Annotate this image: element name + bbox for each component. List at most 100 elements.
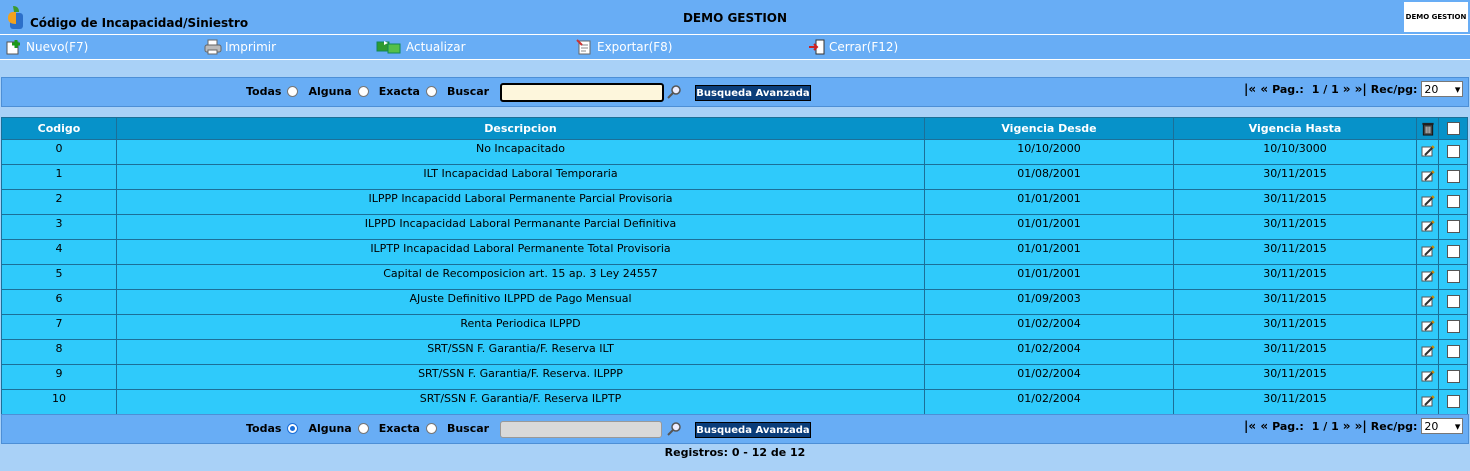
edit-cell[interactable]: [1416, 289, 1439, 315]
column-header-vigencia-hasta[interactable]: Vigencia Hasta: [1173, 117, 1417, 140]
row-checkbox[interactable]: [1446, 220, 1460, 233]
edit-icon[interactable]: [1421, 169, 1435, 183]
cell-codigo: 8: [1, 339, 117, 365]
export-button[interactable]: Exportar(F8): [576, 39, 672, 55]
edit-icon[interactable]: [1421, 319, 1435, 333]
trash-icon[interactable]: [1421, 121, 1435, 136]
table-row[interactable]: 4 ILPTP Incapacidad Laboral Permanente To…: [1, 239, 1468, 265]
option-alguna-radio-bottom[interactable]: [357, 423, 369, 434]
table-row[interactable]: 8 SRT/SSN F. Garantia/F. Reserva ILT 01/02…: [1, 339, 1468, 365]
grid-body: 0 No Incapacitado 10/10/2000 10/10/3000 1 ILT…: [1, 139, 1468, 441]
table-row[interactable]: 7 Renta Periodica ILPPD 01/02/2004 30/11/20…: [1, 314, 1468, 340]
row-checkbox[interactable]: [1446, 345, 1460, 358]
column-header-codigo[interactable]: Codigo: [1, 117, 117, 140]
option-todas-radio-bottom[interactable]: [287, 423, 299, 434]
edit-cell[interactable]: [1416, 214, 1439, 240]
row-checkbox[interactable]: [1446, 395, 1460, 408]
advanced-search-button-bottom[interactable]: Busqueda Avanzada: [695, 422, 811, 438]
records-status: Registros: 0 - 12 de 12: [664, 446, 806, 459]
row-checkbox[interactable]: [1446, 320, 1460, 333]
table-row[interactable]: 6 AJuste Definitivo ILPPD de Pago Mensual…: [1, 289, 1468, 315]
table-row[interactable]: 3 ILPPD Incapacidad Laboral Permanante Pa…: [1, 214, 1468, 240]
select-cell[interactable]: [1438, 389, 1468, 415]
option-exacta-radio-bottom[interactable]: [425, 423, 437, 434]
row-checkbox[interactable]: [1446, 145, 1460, 158]
new-button-label: Nuevo(F7): [26, 40, 89, 54]
records-per-page-select-bottom[interactable]: 20 ▾: [1421, 418, 1464, 434]
select-cell[interactable]: [1438, 339, 1468, 365]
select-all-header[interactable]: [1438, 117, 1468, 140]
cell-vigencia-desde: 10/10/2000: [924, 139, 1174, 165]
column-header-vigencia-desde[interactable]: Vigencia Desde: [924, 117, 1174, 140]
row-checkbox[interactable]: [1446, 170, 1460, 183]
refresh-button[interactable]: Actualizar: [375, 39, 466, 55]
edit-icon[interactable]: [1421, 219, 1435, 233]
edit-cell[interactable]: [1416, 314, 1439, 340]
select-cell[interactable]: [1438, 139, 1468, 165]
pager-pages: 1 / 1: [1311, 82, 1339, 96]
edit-icon[interactable]: [1421, 394, 1435, 408]
edit-cell[interactable]: [1416, 164, 1439, 190]
select-cell[interactable]: [1438, 164, 1468, 190]
pager-next-last-bottom[interactable]: » »|: [1343, 419, 1367, 433]
edit-cell[interactable]: [1416, 339, 1439, 365]
table-row[interactable]: 0 No Incapacitado 10/10/2000 10/10/3000: [1, 139, 1468, 165]
pager-next-last[interactable]: » »|: [1343, 82, 1367, 96]
row-checkbox[interactable]: [1446, 295, 1460, 308]
column-header-descripcion[interactable]: Descripcion: [116, 117, 925, 140]
edit-cell[interactable]: [1416, 389, 1439, 415]
select-cell[interactable]: [1438, 289, 1468, 315]
close-button[interactable]: Cerrar(F12): [808, 39, 898, 55]
option-alguna-label-bottom: Alguna: [308, 422, 352, 435]
delete-column-header[interactable]: [1416, 117, 1439, 140]
table-row[interactable]: 10 SRT/SSN F. Garantia/F. Reserva ILPTP 01…: [1, 389, 1468, 415]
cell-descripcion: ILPTP Incapacidad Laboral Permanente Tot…: [116, 239, 925, 265]
select-cell[interactable]: [1438, 214, 1468, 240]
search-icon[interactable]: [666, 84, 682, 100]
edit-cell[interactable]: [1416, 264, 1439, 290]
option-alguna-radio[interactable]: [357, 86, 369, 97]
select-cell[interactable]: [1438, 314, 1468, 340]
edit-cell[interactable]: [1416, 239, 1439, 265]
option-todas-radio[interactable]: [287, 86, 299, 97]
option-exacta-radio[interactable]: [425, 86, 437, 97]
edit-cell[interactable]: [1416, 364, 1439, 390]
cell-codigo: 0: [1, 139, 117, 165]
edit-icon[interactable]: [1421, 144, 1435, 158]
edit-icon[interactable]: [1421, 369, 1435, 383]
row-checkbox[interactable]: [1446, 195, 1460, 208]
records-per-page-select[interactable]: 20 ▾: [1421, 81, 1464, 97]
pager-pages-bottom: 1 / 1: [1311, 419, 1339, 433]
row-checkbox[interactable]: [1446, 370, 1460, 383]
pager-first-prev-bottom[interactable]: |« «: [1244, 419, 1268, 433]
search-icon-bottom[interactable]: [666, 421, 682, 437]
cell-codigo: 3: [1, 214, 117, 240]
table-row[interactable]: 9 SRT/SSN F. Garantia/F. Reserva. ILPPP 01…: [1, 364, 1468, 390]
edit-cell[interactable]: [1416, 139, 1439, 165]
row-checkbox[interactable]: [1446, 245, 1460, 258]
search-input-bottom[interactable]: [500, 421, 662, 438]
edit-icon[interactable]: [1421, 194, 1435, 208]
select-all-checkbox[interactable]: [1446, 122, 1460, 135]
select-cell[interactable]: [1438, 189, 1468, 215]
table-row[interactable]: 2 ILPPP Incapacidd Laboral Permanente Par…: [1, 189, 1468, 215]
pager-first-prev[interactable]: |« «: [1244, 82, 1268, 96]
advanced-search-button[interactable]: Busqueda Avanzada: [695, 85, 811, 101]
edit-icon[interactable]: [1421, 244, 1435, 258]
edit-icon[interactable]: [1421, 269, 1435, 283]
edit-icon[interactable]: [1421, 294, 1435, 308]
new-button[interactable]: Nuevo(F7): [5, 39, 88, 55]
select-cell[interactable]: [1438, 364, 1468, 390]
edit-cell[interactable]: [1416, 189, 1439, 215]
select-cell[interactable]: [1438, 264, 1468, 290]
search-input[interactable]: [500, 83, 664, 102]
cell-vigencia-hasta: 30/11/2015: [1173, 364, 1417, 390]
table-row[interactable]: 5 Capital de Recomposicion art. 15 ap. 3 …: [1, 264, 1468, 290]
row-checkbox[interactable]: [1446, 270, 1460, 283]
brand-logo: DEMO GESTION: [1404, 2, 1468, 32]
edit-icon[interactable]: [1421, 344, 1435, 358]
option-exacta-label-bottom: Exacta: [378, 422, 420, 435]
table-row[interactable]: 1 ILT Incapacidad Laboral Temporaria 01/08…: [1, 164, 1468, 190]
print-button[interactable]: Imprimir: [204, 39, 276, 55]
select-cell[interactable]: [1438, 239, 1468, 265]
